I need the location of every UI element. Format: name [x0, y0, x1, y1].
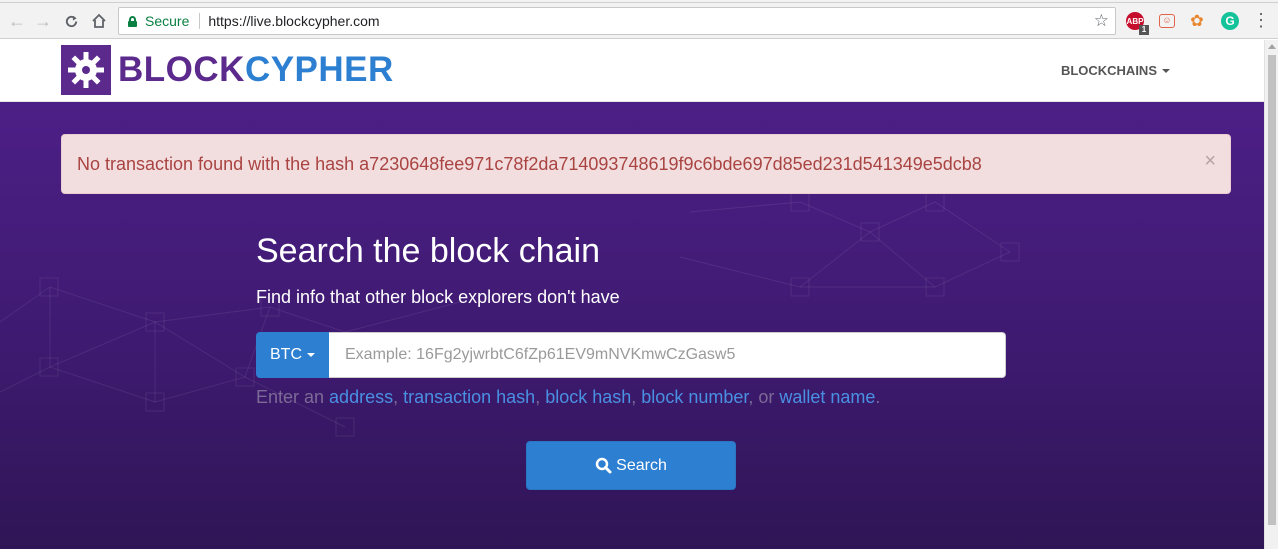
hint-link-block-hash[interactable]: block hash: [545, 387, 631, 407]
adblock-badge: 1: [1139, 25, 1149, 35]
browser-toolbar: ← → Secure https://live.blockcypher.com …: [0, 3, 1278, 39]
caret-down-icon: [1162, 68, 1170, 73]
logo-wordmark: BLOCKCYPHER: [118, 50, 394, 89]
hint-link-address[interactable]: address: [329, 387, 393, 407]
logo-gear-icon: [61, 45, 111, 95]
extension-icon[interactable]: ☺: [1157, 11, 1177, 31]
page-subtitle: Find info that other block explorers don…: [256, 287, 620, 307]
page-viewport: BLOCKCYPHER BLOCKCHAINS No transaction f…: [0, 40, 1264, 549]
hint-link-block-number[interactable]: block number: [641, 387, 748, 407]
close-icon[interactable]: ×: [1204, 151, 1216, 171]
alert-message: No transaction found with the hash a7230…: [77, 153, 982, 174]
grammarly-icon[interactable]: G: [1220, 11, 1240, 31]
page-scrollbar[interactable]: [1264, 40, 1278, 549]
search-input[interactable]: [329, 332, 1006, 378]
forward-icon[interactable]: →: [30, 8, 56, 34]
search-group: BTC: [256, 332, 1006, 378]
scroll-up-icon[interactable]: [1268, 44, 1276, 49]
secure-label: Secure: [145, 13, 190, 29]
hint-link-transaction-hash[interactable]: transaction hash: [403, 387, 535, 407]
lock-icon: [128, 15, 137, 27]
error-alert: No transaction found with the hash a7230…: [61, 134, 1231, 194]
adblock-plus-icon[interactable]: ABP 1: [1125, 11, 1149, 35]
hint-link-wallet-name[interactable]: wallet name: [779, 387, 875, 407]
search-hint: Enter an address, transaction hash, bloc…: [256, 387, 881, 407]
back-icon[interactable]: ←: [4, 8, 30, 34]
blockchains-dropdown[interactable]: BLOCKCHAINS: [1061, 63, 1170, 78]
site-navbar: BLOCKCYPHER BLOCKCHAINS: [0, 40, 1264, 102]
scrollbar-thumb[interactable]: [1268, 55, 1276, 525]
url-text[interactable]: https://live.blockcypher.com: [208, 13, 379, 29]
extension-fox-icon[interactable]: ✿: [1187, 11, 1207, 31]
search-icon: [595, 457, 612, 474]
hero-section: No transaction found with the hash a7230…: [0, 102, 1264, 549]
browser-menu-icon[interactable]: ⋮: [1252, 11, 1270, 29]
page-title: Search the block chain: [256, 232, 600, 270]
search-button[interactable]: Search: [526, 441, 736, 490]
caret-down-icon: [307, 353, 315, 357]
bookmark-star-icon[interactable]: ☆: [1094, 11, 1109, 31]
blockchains-label: BLOCKCHAINS: [1060, 63, 1157, 78]
coin-select-label: BTC: [270, 346, 302, 363]
reload-icon[interactable]: [58, 8, 84, 34]
home-icon[interactable]: [86, 8, 112, 34]
coin-select-button[interactable]: BTC: [256, 332, 329, 378]
address-bar[interactable]: Secure https://live.blockcypher.com ☆: [118, 7, 1116, 35]
search-button-label: Search: [616, 456, 667, 474]
site-logo[interactable]: BLOCKCYPHER: [61, 45, 394, 95]
